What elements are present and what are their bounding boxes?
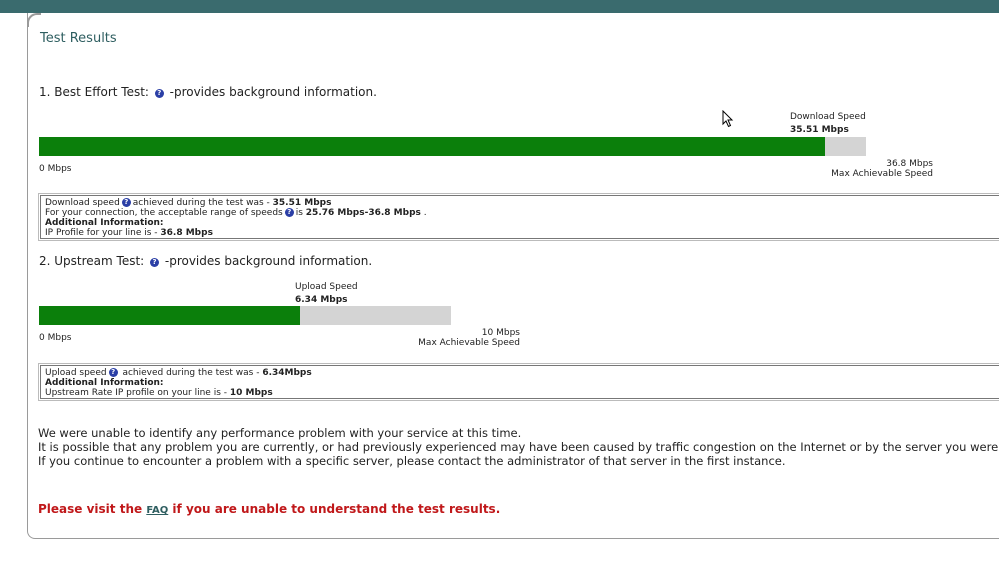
upload-info-value: 6.34Mbps xyxy=(262,368,312,378)
upload-bar-fill xyxy=(39,306,301,325)
question-circle-icon[interactable]: ? xyxy=(108,368,118,377)
upstream-heading-prefix: 2. Upstream Test: xyxy=(39,254,145,268)
ip-profile-value: 36.8 Mbps xyxy=(160,228,213,238)
ip-profile-prefix: IP Profile for your line is - xyxy=(45,228,161,238)
panel-corner xyxy=(27,13,41,27)
summary-line-2: It is possible that any problem you are … xyxy=(38,440,999,454)
summary-line-1: We were unable to identify any performan… xyxy=(38,426,522,440)
additional-info-label: Additional Information: xyxy=(45,218,164,228)
question-circle-icon[interactable]: ? xyxy=(154,89,164,98)
upstream-profile-value: 10 Mbps xyxy=(229,388,273,398)
summary-line-3: If you continue to encounter a problem w… xyxy=(38,454,786,468)
download-speed-label: Download Speed xyxy=(790,112,866,122)
upload-speed-value: 6.34 Mbps xyxy=(295,295,348,305)
faq-notice: Please visit the FAQ if you are unable t… xyxy=(38,502,500,516)
range-info-prefix: For your connection, the acceptable rang… xyxy=(45,208,283,218)
range-info-mid: is xyxy=(295,208,306,218)
best-effort-heading: 1. Best Effort Test: ? -provides backgro… xyxy=(39,85,377,99)
download-info-line-4: IP Profile for your line is - 36.8 Mbps xyxy=(45,228,995,238)
range-info-value: 25.76 Mbps-36.8 Mbps xyxy=(305,208,421,218)
upload-bar-track xyxy=(39,306,451,325)
upload-additional-info-label: Additional Information: xyxy=(45,378,164,388)
upload-info-line-1: Upload speed? achieved during the test w… xyxy=(45,368,995,378)
upload-max-label: Max Achievable Speed xyxy=(418,338,520,348)
download-max-value: 36.8 Mbps xyxy=(886,159,933,169)
download-info-box: Download speed? achieved during the test … xyxy=(38,193,999,241)
download-max-label: Max Achievable Speed xyxy=(831,169,933,179)
upload-info-box: Upload speed? achieved during the test w… xyxy=(38,363,999,401)
best-effort-heading-prefix: 1. Best Effort Test: xyxy=(39,85,149,99)
range-info-end: . xyxy=(420,208,427,218)
top-header-bar xyxy=(0,0,999,13)
download-info-prefix: Download speed xyxy=(45,198,120,208)
question-circle-icon[interactable]: ? xyxy=(284,208,294,217)
faq-prefix: Please visit the xyxy=(38,502,147,516)
download-info-value: 35.51 Mbps xyxy=(272,198,332,208)
upload-info-line-3: Upstream Rate IP profile on your line is… xyxy=(45,388,995,398)
upload-speed-label: Upload Speed xyxy=(295,282,358,292)
upload-additional-info-heading: Additional Information: xyxy=(45,378,995,388)
faq-suffix: if you are unable to understand the test… xyxy=(168,502,501,516)
download-speed-value: 35.51 Mbps xyxy=(790,125,849,135)
summary-text: We were unable to identify any performan… xyxy=(38,426,999,468)
download-bar-fill xyxy=(39,137,825,156)
download-info-line-1: Download speed? achieved during the test … xyxy=(45,198,995,208)
page-title: Test Results xyxy=(40,31,117,46)
download-info-mid: achieved during the test was - xyxy=(132,198,273,208)
question-circle-icon[interactable]: ? xyxy=(121,198,131,207)
download-bar-track xyxy=(39,137,866,156)
upload-min-label: 0 Mbps xyxy=(39,333,72,343)
faq-link[interactable]: FAQ xyxy=(146,505,168,516)
question-circle-icon[interactable]: ? xyxy=(150,258,160,267)
upload-info-mid: achieved during the test was - xyxy=(119,368,263,378)
upstream-heading-suffix: -provides background information. xyxy=(164,254,373,268)
mouse-pointer-icon xyxy=(722,110,734,128)
upload-max-value: 10 Mbps xyxy=(481,328,520,338)
download-info-line-2: For your connection, the acceptable rang… xyxy=(45,208,995,218)
best-effort-heading-suffix: -provides background information. xyxy=(169,85,377,99)
download-additional-info-heading: Additional Information: xyxy=(45,218,995,228)
upstream-heading: 2. Upstream Test: ? -provides background… xyxy=(39,254,372,268)
download-min-label: 0 Mbps xyxy=(39,164,72,174)
upload-info-prefix: Upload speed xyxy=(45,368,107,378)
upstream-profile-prefix: Upstream Rate IP profile on your line is… xyxy=(45,388,230,398)
